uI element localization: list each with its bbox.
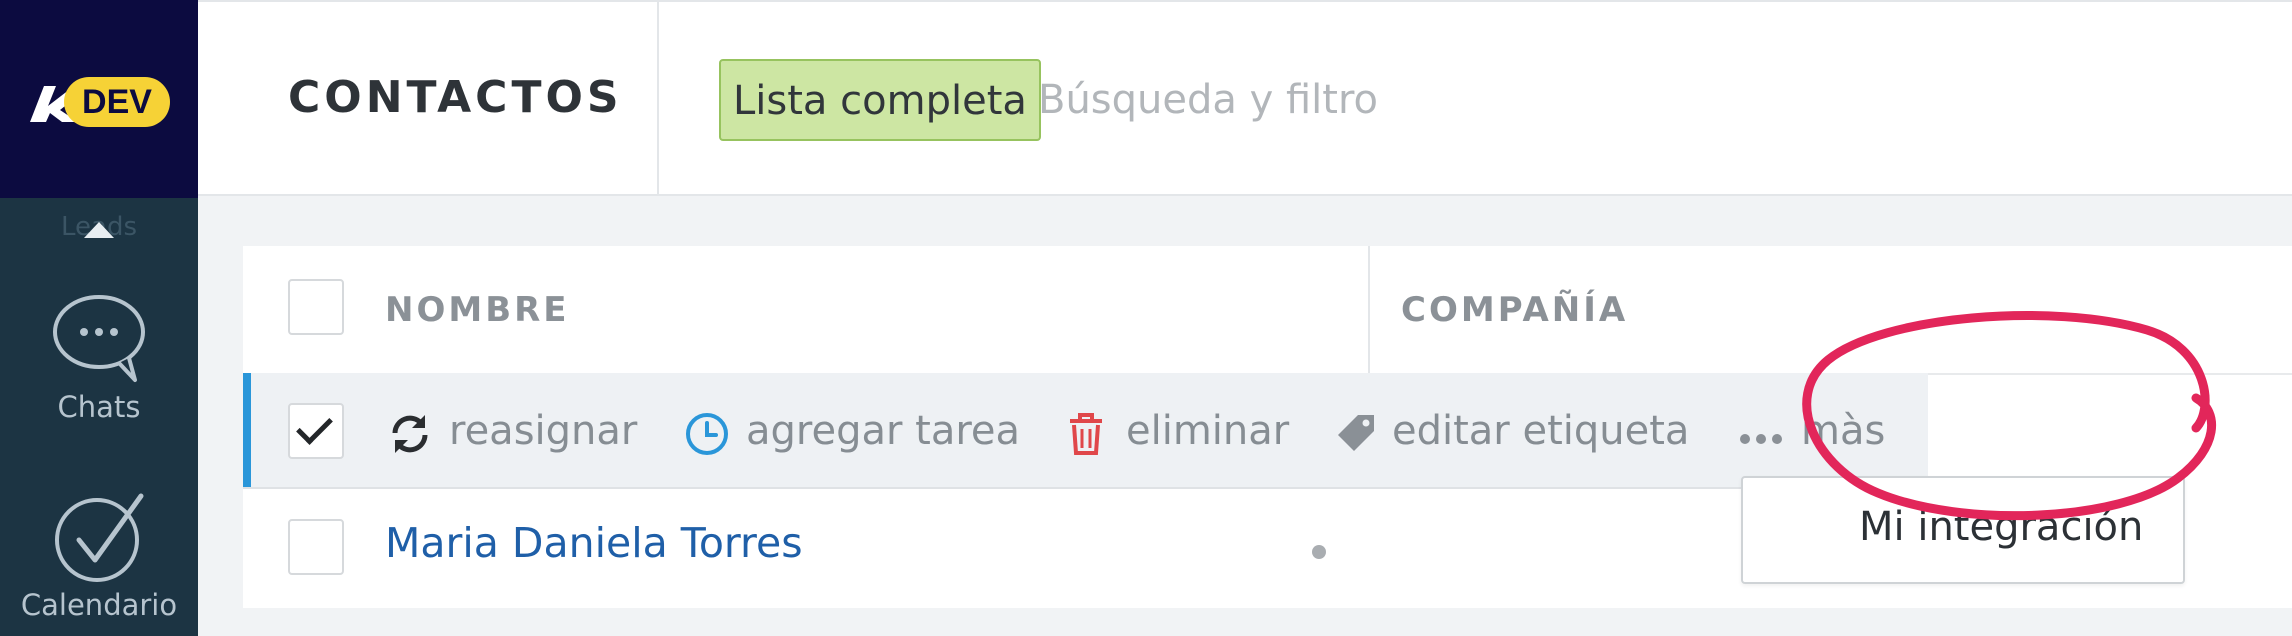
search-filter-input[interactable] [1038, 68, 1838, 132]
edit-tag-label: editar etiqueta [1392, 408, 1690, 454]
check-circle-icon [55, 493, 144, 582]
row-checkbox[interactable] [288, 519, 344, 575]
nav-label-calendario: Calendario [20, 588, 178, 622]
select-all-checkbox[interactable] [288, 279, 344, 335]
page-header: CONTACTOS Lista completa [198, 0, 2292, 196]
bulk-actions-bar: reasignar agregar tarea eliminar editar … [243, 373, 1928, 489]
ellipsis-icon [1740, 434, 1782, 444]
column-separator[interactable] [1368, 246, 1370, 373]
nav-label-chats: Chats [57, 390, 141, 424]
nav-item-calendario[interactable]: Calendario [0, 490, 198, 622]
app-logo[interactable]: DEV [0, 0, 198, 198]
full-list-chip[interactable]: Lista completa [719, 59, 1041, 141]
logo-text: DEV [82, 83, 152, 121]
edit-tag-button[interactable]: editar etiqueta [1338, 403, 1689, 459]
status-dot [1312, 545, 1326, 559]
delete-label: eliminar [1126, 408, 1290, 454]
header-divider [657, 2, 659, 196]
add-task-button[interactable]: agregar tarea [684, 403, 1020, 459]
more-actions-menu: Mi integración [1741, 476, 2185, 584]
delete-button[interactable]: eliminar [1066, 403, 1289, 459]
reassign-icon [392, 415, 428, 453]
nav-collapse-toggle[interactable]: Leads [0, 198, 198, 248]
contact-name-link[interactable]: Maria Daniela Torres [385, 519, 803, 567]
table-header: NOMBRE COMPAÑÍA [243, 246, 2292, 375]
column-header-nombre[interactable]: NOMBRE [385, 290, 570, 330]
left-nav: DEV Leads Chats Calendario [0, 0, 198, 636]
tag-icon [1338, 415, 1374, 451]
chevron-up-icon [84, 222, 114, 238]
row-select-checkbox-checked[interactable] [288, 403, 344, 459]
reassign-button[interactable]: reasignar [387, 403, 667, 459]
trash-icon [1070, 413, 1102, 455]
reassign-label: reasignar [449, 408, 638, 454]
add-task-label: agregar tarea [746, 408, 1021, 454]
chat-bubble-icon [53, 295, 145, 382]
menu-item-mi-integracion[interactable]: Mi integración [1859, 504, 2143, 550]
clock-icon [686, 413, 728, 455]
page-title: CONTACTOS [288, 72, 623, 123]
selection-accent [243, 373, 251, 487]
kommo-dev-logo: DEV [30, 77, 170, 127]
column-header-compania[interactable]: COMPAÑÍA [1401, 290, 1628, 330]
more-actions-button[interactable]: màs [1737, 403, 1907, 459]
more-actions-label: màs [1801, 408, 1886, 454]
nav-item-chats[interactable]: Chats [0, 292, 198, 424]
